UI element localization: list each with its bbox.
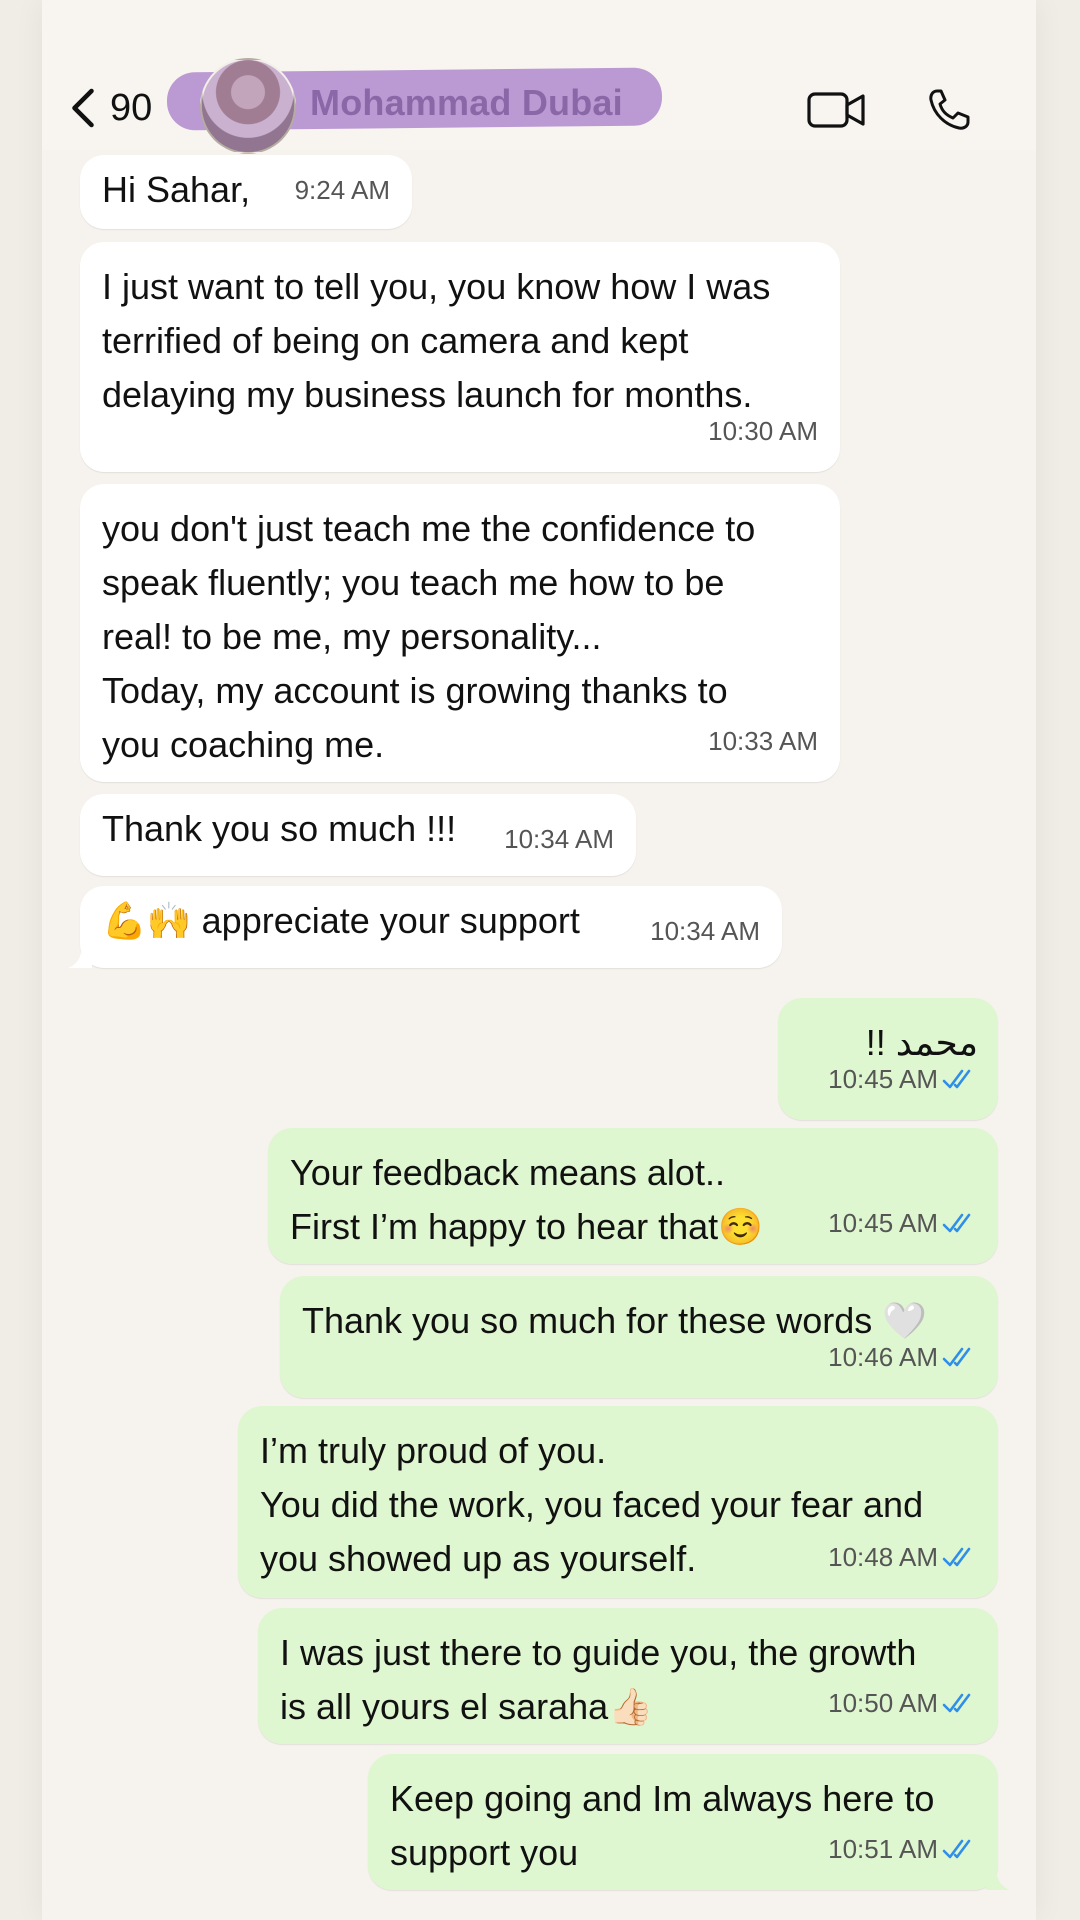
- chat-header: 90 Mohammad Dubai: [42, 0, 1036, 154]
- double-check-icon: [942, 1544, 976, 1570]
- message-text: I just want to tell you, you know how I …: [102, 266, 771, 415]
- avatar[interactable]: [200, 58, 296, 154]
- message-time: 10:46 AM: [828, 1330, 976, 1384]
- message-bubble-outgoing[interactable]: Keep going and Im always here to support…: [368, 1754, 1010, 1890]
- message-bubble-outgoing[interactable]: Thank you so much for these words 🤍 10:4…: [280, 1276, 998, 1398]
- message-bubble-incoming[interactable]: 💪🙌 appreciate your support 10:34 AM: [68, 886, 782, 968]
- double-check-icon: [942, 1836, 976, 1862]
- message-time-text: 10:45 AM: [828, 1208, 938, 1238]
- unread-count: 90: [110, 86, 153, 129]
- message-time-text: 10:48 AM: [828, 1542, 938, 1572]
- message-time: 10:34 AM: [504, 824, 614, 854]
- message-bubble-outgoing[interactable]: Your feedback means alot.. First I’m hap…: [268, 1128, 998, 1264]
- message-bubble-incoming[interactable]: I just want to tell you, you know how I …: [80, 242, 840, 472]
- double-check-icon: [942, 1690, 976, 1716]
- message-bubble-incoming[interactable]: Hi Sahar, 9:24 AM: [80, 155, 412, 229]
- double-check-icon: [942, 1066, 976, 1092]
- chevron-left-icon: [72, 88, 94, 128]
- message-time: 10:50 AM: [828, 1676, 976, 1730]
- message-bubble-incoming[interactable]: Thank you so much !!! 10:34 AM: [80, 794, 636, 876]
- message-time: 10:45 AM: [828, 1196, 976, 1250]
- contact-name[interactable]: Mohammad Dubai: [310, 82, 623, 124]
- message-time: 9:24 AM: [294, 175, 390, 205]
- message-bubble-outgoing[interactable]: I was just there to guide you, the growt…: [258, 1608, 998, 1744]
- video-camera-icon: [807, 92, 865, 128]
- bubble-tail: [986, 1866, 1010, 1890]
- message-bubble-incoming[interactable]: you don't just teach me the confidence t…: [80, 484, 840, 782]
- message-time-text: 10:51 AM: [828, 1834, 938, 1864]
- video-call-button[interactable]: [802, 80, 872, 140]
- chat-screen: 90 Mohammad Dubai Hi Sahar, 9:24 AM I ju…: [42, 0, 1036, 1920]
- message-time: 10:34 AM: [650, 916, 760, 946]
- phone-icon: [929, 89, 970, 130]
- message-time: 10:33 AM: [708, 726, 818, 756]
- message-time: 10:48 AM: [828, 1530, 976, 1584]
- double-check-icon: [942, 1344, 976, 1370]
- voice-call-button[interactable]: [914, 80, 984, 140]
- message-time: 10:45 AM: [828, 1052, 976, 1106]
- message-time-text: 10:45 AM: [828, 1064, 938, 1094]
- bubble-tail: [68, 944, 92, 968]
- message-time: 10:30 AM: [708, 416, 818, 446]
- message-bubble-outgoing[interactable]: محمد !! 10:45 AM: [778, 998, 998, 1120]
- message-time: 10:51 AM: [828, 1822, 976, 1876]
- double-check-icon: [942, 1210, 976, 1236]
- message-time-text: 10:50 AM: [828, 1688, 938, 1718]
- message-bubble-outgoing[interactable]: I’m truly proud of you. You did the work…: [238, 1406, 998, 1598]
- avatar-tint: [202, 60, 294, 152]
- message-time-text: 10:46 AM: [828, 1342, 938, 1372]
